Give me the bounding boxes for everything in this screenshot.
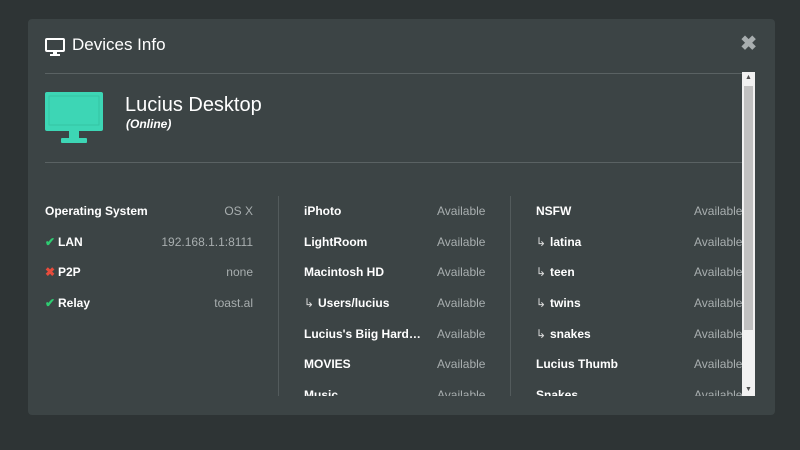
folders-column-left: iPhoto Available LightRoom Available Macinto… xyxy=(304,196,486,396)
folder-name: iPhoto xyxy=(304,204,341,218)
subfolder-arrow-icon: ↳ xyxy=(304,296,315,311)
folder-row: Snakes Available xyxy=(536,380,755,396)
folder-row: ↳ snakes Available xyxy=(536,319,755,350)
row-label-text: Relay xyxy=(58,296,91,311)
folder-row: Lucius Thumb Available xyxy=(536,349,755,380)
system-info-row: ✖ P2P none xyxy=(45,257,253,288)
vertical-scrollbar[interactable]: ▲ ▼ xyxy=(742,72,755,396)
subfolder-arrow-icon: ↳ xyxy=(536,296,547,311)
folder-row: Music Available xyxy=(304,380,486,396)
row-label-text: Music xyxy=(304,388,339,396)
row-label-text: Snakes xyxy=(536,388,579,396)
row-label-text: iPhoto xyxy=(304,204,342,218)
folders-column-right: NSFW Available ↳ latina Available ↳ teen Availa… xyxy=(536,196,755,396)
row-label-text: MOVIES xyxy=(304,357,351,372)
folder-name: ↳ latina xyxy=(536,235,581,249)
row-label-text: latina xyxy=(550,234,582,249)
system-info-value: OS X xyxy=(224,204,253,218)
subfolder-arrow-icon: ↳ xyxy=(536,234,547,249)
folder-name: ↳ twins xyxy=(536,296,581,310)
folder-row: Lucius's Biig Hard… Available xyxy=(304,319,486,350)
system-info-value: 192.168.1.1:8111 xyxy=(161,234,253,249)
folder-row: ↳ twins Available xyxy=(536,288,755,319)
availability-status: Available xyxy=(437,388,486,396)
cross-icon: ✖ xyxy=(45,265,56,280)
dialog-content[interactable]: Lucius Desktop (Online) Operating System… xyxy=(28,74,755,396)
system-info-column: Operating System OS X ✔ LAN 192.168.1.1:8111… xyxy=(45,196,253,319)
row-label-text: twins xyxy=(550,296,581,311)
column-divider xyxy=(510,196,511,396)
system-info-row: ✔ Relay toast.al xyxy=(45,288,253,319)
availability-status: Available xyxy=(694,296,743,311)
folder-row: iPhoto Available xyxy=(304,196,486,227)
folder-name: ↳ teen xyxy=(536,265,575,279)
folder-name: Snakes xyxy=(536,388,578,396)
row-label-text: LightRoom xyxy=(304,234,368,249)
check-icon: ✔ xyxy=(45,234,56,249)
folder-row: MOVIES Available xyxy=(304,349,486,380)
folder-name: Lucius Thumb xyxy=(536,357,618,371)
scrollbar-thumb[interactable] xyxy=(744,86,753,330)
folder-row: LightRoom Available xyxy=(304,227,486,258)
folder-name: Lucius's Biig Hard… xyxy=(304,327,421,341)
availability-status: Available xyxy=(437,204,486,218)
availability-status: Available xyxy=(437,265,486,280)
availability-status: Available xyxy=(694,204,743,218)
folder-name: Macintosh HD xyxy=(304,265,384,279)
row-label-text: Lucius's Biig Hard… xyxy=(304,326,421,341)
device-name: Lucius Desktop xyxy=(125,94,262,116)
folder-row: ↳ latina Available xyxy=(536,227,755,258)
column-divider xyxy=(278,196,279,396)
availability-status: Available xyxy=(694,357,743,372)
row-label-text: Lucius Thumb xyxy=(536,357,618,372)
availability-status: Available xyxy=(694,388,743,396)
row-label-text: Users/lucius xyxy=(318,296,390,311)
system-info-value: toast.al xyxy=(214,296,253,311)
folder-row: NSFW Available xyxy=(536,196,755,227)
row-label-text: P2P xyxy=(58,265,81,280)
folder-row: Macintosh HD Available xyxy=(304,257,486,288)
scroll-down-arrow-icon[interactable]: ▼ xyxy=(742,384,755,396)
system-info-row: ✔ LAN 192.168.1.1:8111 xyxy=(45,227,253,258)
row-label-text: snakes xyxy=(550,326,591,341)
availability-status: Available xyxy=(437,234,486,249)
dialog-header: Devices Info ✖ xyxy=(28,19,775,73)
system-info-label: ✖ P2P xyxy=(45,265,81,279)
scroll-up-arrow-icon[interactable]: ▲ xyxy=(742,72,755,84)
device-divider xyxy=(45,162,743,163)
availability-status: Available xyxy=(437,296,486,311)
system-info-row: Operating System OS X xyxy=(45,196,253,227)
desktop-monitor-icon xyxy=(45,92,103,143)
row-label-text: NSFW xyxy=(536,204,572,218)
close-icon[interactable]: ✖ xyxy=(740,34,757,54)
devices-info-dialog: Devices Info ✖ Lucius Desktop (Online) O… xyxy=(28,19,775,415)
monitor-icon xyxy=(45,38,65,56)
folder-name: MOVIES xyxy=(304,357,351,371)
system-info-label: ✔ LAN xyxy=(45,235,83,249)
folder-name: NSFW xyxy=(536,204,571,218)
row-label-text: teen xyxy=(550,265,575,280)
folder-name: ↳ Users/lucius xyxy=(304,296,389,310)
availability-status: Available xyxy=(694,265,743,280)
device-status: (Online) xyxy=(126,117,172,131)
availability-status: Available xyxy=(437,326,486,341)
folder-name: ↳ snakes xyxy=(536,327,591,341)
row-label-text: Operating System xyxy=(45,204,148,218)
availability-status: Available xyxy=(437,357,486,372)
system-info-label: ✔ Relay xyxy=(45,296,90,310)
folder-row: ↳ Users/lucius Available xyxy=(304,288,486,319)
availability-status: Available xyxy=(694,234,743,249)
system-info-value: none xyxy=(226,265,253,280)
folder-name: Music xyxy=(304,388,338,396)
folder-row: ↳ teen Available xyxy=(536,257,755,288)
check-icon: ✔ xyxy=(45,296,56,311)
subfolder-arrow-icon: ↳ xyxy=(536,265,547,280)
row-label-text: LAN xyxy=(58,234,83,249)
folder-name: LightRoom xyxy=(304,235,367,249)
system-info-label: Operating System xyxy=(45,204,148,218)
dialog-title: Devices Info xyxy=(72,35,166,54)
availability-status: Available xyxy=(694,326,743,341)
subfolder-arrow-icon: ↳ xyxy=(536,326,547,341)
row-label-text: Macintosh HD xyxy=(304,265,385,280)
